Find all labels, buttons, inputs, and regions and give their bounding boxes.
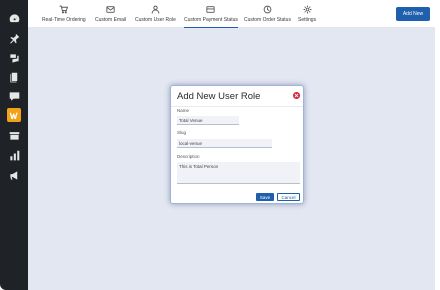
tab-label: Custom User Role bbox=[135, 17, 176, 23]
close-icon bbox=[294, 93, 299, 98]
tab-custom-user-role[interactable]: Custom User Role bbox=[135, 5, 176, 27]
window-edge bbox=[435, 0, 440, 290]
analytics-icon[interactable] bbox=[7, 148, 21, 162]
pages-icon[interactable] bbox=[7, 70, 21, 84]
comments-icon[interactable] bbox=[7, 89, 21, 103]
add-user-role-dialog: Add New User Role Name Total Venue Slug … bbox=[170, 85, 304, 204]
pin-icon[interactable] bbox=[7, 31, 21, 45]
description-label: Description bbox=[177, 154, 200, 159]
name-field[interactable]: Total Venue bbox=[177, 116, 239, 125]
dialog-title: Add New User Role bbox=[177, 91, 261, 102]
tab-label: Real-Time Ordering bbox=[42, 17, 86, 23]
tab-settings[interactable]: Settings bbox=[298, 5, 316, 27]
payment-icon bbox=[206, 6, 216, 13]
email-icon bbox=[106, 6, 115, 13]
products-icon[interactable] bbox=[7, 128, 21, 142]
dialog-divider bbox=[171, 106, 303, 107]
user-icon bbox=[151, 5, 160, 14]
marketing-icon[interactable] bbox=[7, 168, 21, 182]
tab-label: Custom Order Status bbox=[244, 17, 291, 23]
dashboard-icon[interactable] bbox=[7, 11, 21, 25]
tab-real-time-ordering[interactable]: Real-Time Ordering bbox=[42, 5, 86, 27]
gear-icon bbox=[303, 5, 311, 14]
tab-label: Custom Payment Status bbox=[184, 17, 238, 23]
woo-icon[interactable] bbox=[7, 108, 21, 122]
admin-sidebar bbox=[0, 0, 28, 290]
description-field[interactable]: This is Total Person bbox=[177, 162, 300, 184]
order-status-icon bbox=[263, 5, 272, 14]
name-label: Name bbox=[177, 108, 190, 113]
tab-custom-email[interactable]: Custom Email bbox=[95, 5, 126, 27]
cart-icon bbox=[59, 5, 69, 14]
slug-label: Slug bbox=[177, 130, 187, 135]
media-icon[interactable] bbox=[7, 51, 21, 65]
slug-field[interactable]: local-venue bbox=[177, 139, 272, 148]
save-button[interactable]: Save bbox=[256, 193, 274, 201]
tab-label: Custom Email bbox=[95, 17, 127, 23]
tab-custom-payment-status[interactable]: Custom Payment Status bbox=[184, 5, 238, 28]
cancel-button[interactable]: Cancel bbox=[277, 193, 300, 201]
add-new-button[interactable]: Add New bbox=[396, 7, 430, 21]
top-navigation: Real-Time Ordering Custom Email Custom U… bbox=[28, 0, 435, 28]
app-window: Real-Time Ordering Custom Email Custom U… bbox=[0, 0, 440, 290]
tab-custom-order-status[interactable]: Custom Order Status bbox=[244, 5, 291, 27]
close-button[interactable] bbox=[293, 92, 300, 99]
tab-label: Settings bbox=[298, 17, 317, 23]
